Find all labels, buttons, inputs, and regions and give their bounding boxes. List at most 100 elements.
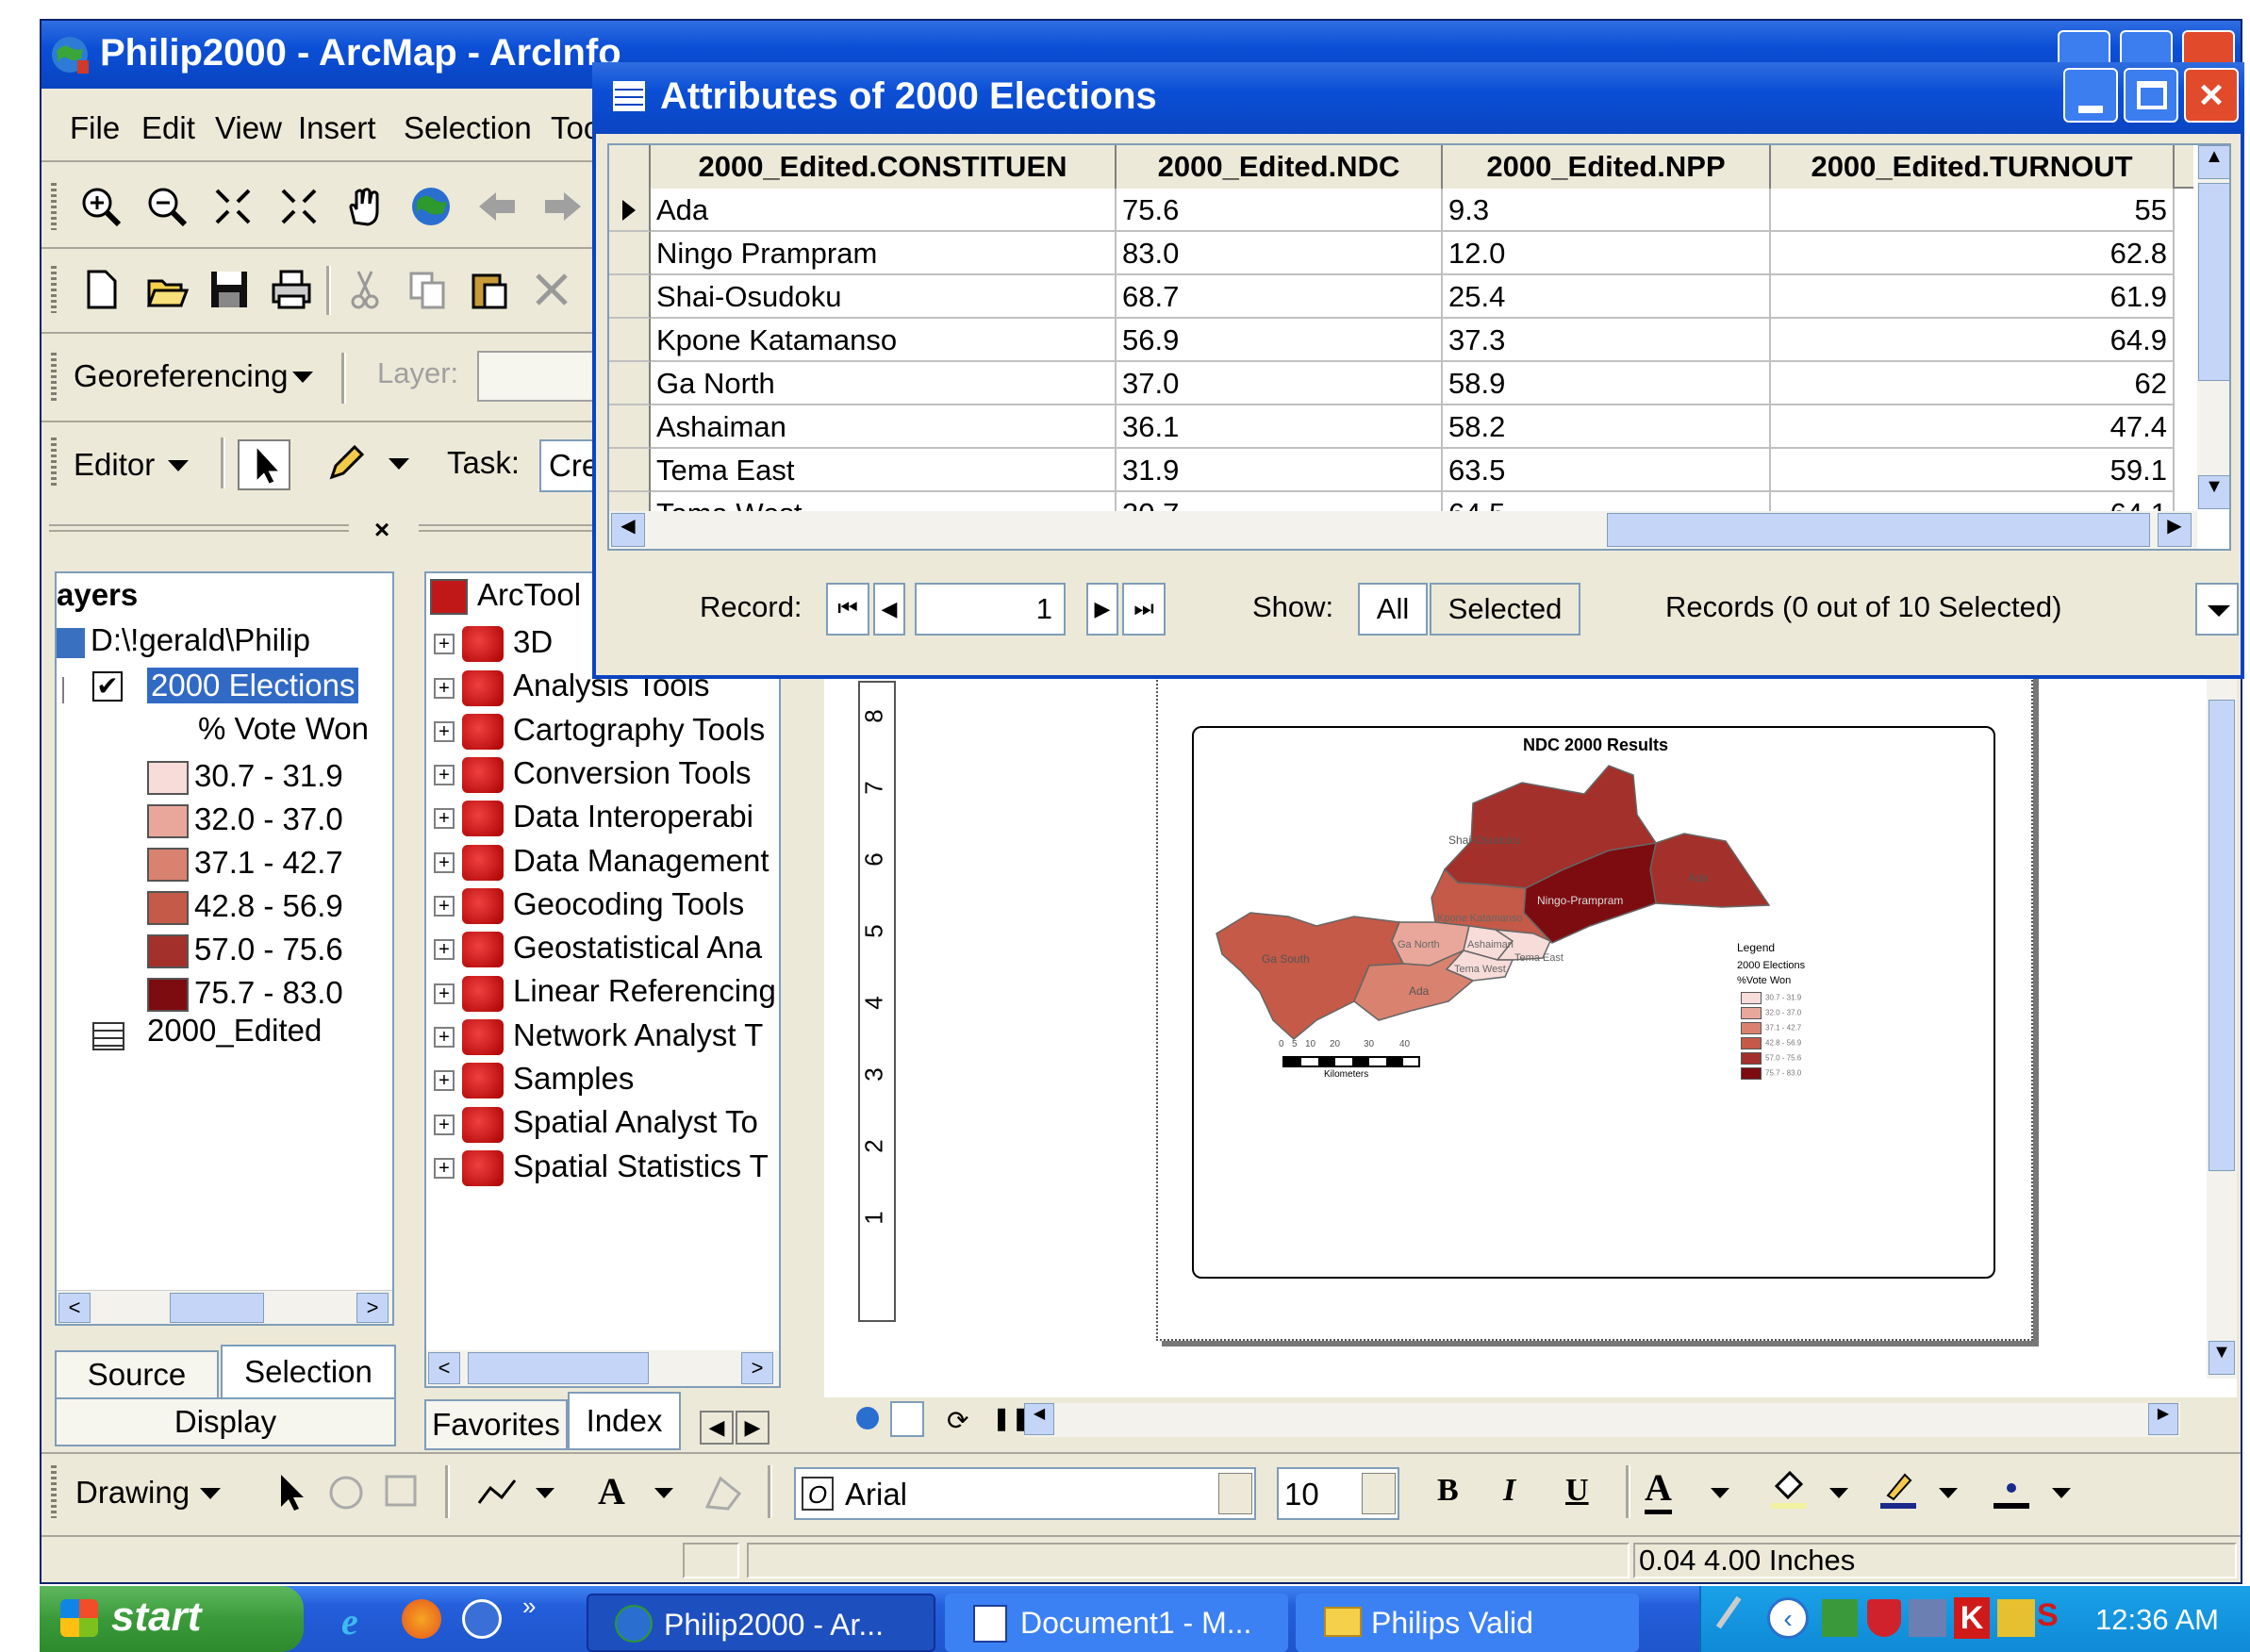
row-selector[interactable] <box>609 189 651 232</box>
tab-scroll-right[interactable]: ▶ <box>736 1411 769 1445</box>
text-tool-icon[interactable]: A <box>598 1469 625 1513</box>
expand-minus-icon[interactable] <box>57 677 64 703</box>
italic-button[interactable]: I <box>1503 1473 1515 1509</box>
line-color-icon[interactable] <box>1877 1467 1920 1511</box>
tray-monitor-icon[interactable] <box>1997 1599 2035 1637</box>
chevron-down-icon[interactable] <box>1939 1488 1958 1498</box>
chevron-down-icon[interactable] <box>168 460 189 471</box>
tray-antivirus-icon[interactable]: K <box>1954 1597 1990 1639</box>
options-dropdown-button[interactable] <box>2195 583 2239 636</box>
georeferencing-menu[interactable]: Georeferencing <box>74 358 288 394</box>
table-cell[interactable]: Ashaiman <box>651 405 1117 449</box>
show-all-button[interactable]: All <box>1358 583 1428 636</box>
row-selector[interactable] <box>609 319 651 362</box>
column-header[interactable]: 2000_Edited.CONSTITUEN <box>651 145 1117 189</box>
bold-button[interactable]: B <box>1437 1473 1459 1509</box>
arctoolbox-title[interactable]: ArcTool <box>477 577 581 613</box>
table-cell[interactable]: 58.9 <box>1443 362 1771 405</box>
table-cell[interactable]: 83.0 <box>1117 232 1443 275</box>
column-header[interactable]: 2000_Edited.TURNOUT <box>1771 145 2175 189</box>
chevron-down-icon[interactable] <box>2052 1488 2071 1498</box>
open-folder-icon[interactable] <box>145 268 189 311</box>
previous-record-button[interactable]: ◀ <box>873 583 905 636</box>
toolbox-item[interactable]: + Data Management <box>426 839 769 883</box>
tab-favorites[interactable]: Favorites <box>424 1399 568 1450</box>
table-cell[interactable]: 56.9 <box>1117 319 1443 362</box>
toolbox-item[interactable]: + Conversion Tools <box>426 752 752 795</box>
expand-plus-icon[interactable]: + <box>434 1070 455 1092</box>
scroll-down-button[interactable]: ▼ <box>2198 475 2229 509</box>
rotate-icon[interactable] <box>324 1471 368 1514</box>
tray-shield-icon[interactable] <box>1867 1599 1901 1637</box>
layer-name[interactable]: 2000 Elections <box>147 668 359 703</box>
tray-computers-icon[interactable] <box>1909 1599 1946 1637</box>
font-color-button[interactable]: A <box>1645 1465 1672 1514</box>
table-cell[interactable]: 58.2 <box>1443 405 1771 449</box>
table-cell[interactable]: Shai-Osudoku <box>651 275 1117 319</box>
expand-plus-icon[interactable]: + <box>434 983 455 1004</box>
table-cell[interactable]: 62 <box>1771 362 2175 405</box>
chevron-down-icon[interactable] <box>654 1488 673 1498</box>
table-vertical-scrollbar[interactable]: ▲ ▼ <box>2197 145 2229 509</box>
back-arrow-icon[interactable] <box>475 185 519 228</box>
map-frame[interactable]: NDC 2000 Results Shai-Osudoku Ada Ningo-… <box>1192 726 1995 1279</box>
tab-source[interactable]: Source <box>55 1350 219 1399</box>
scroll-thumb[interactable] <box>1607 513 2150 547</box>
last-record-button[interactable]: ⏭ <box>1122 583 1166 636</box>
table-cell[interactable]: 61.9 <box>1771 275 2175 319</box>
attributes-maximize-button[interactable] <box>2124 68 2178 123</box>
tray-skype-icon[interactable]: S <box>2037 1597 2075 1639</box>
row-selector[interactable] <box>609 232 651 275</box>
legend-class[interactable]: 57.0 - 75.6 <box>147 928 343 971</box>
chevron-down-icon[interactable] <box>200 1488 221 1499</box>
expand-plus-icon[interactable]: + <box>434 634 455 655</box>
scroll-left-button[interactable]: < <box>58 1293 91 1323</box>
table-cell[interactable]: Tema East <box>651 449 1117 492</box>
fill-color-icon[interactable] <box>1767 1467 1811 1511</box>
line-draw-icon[interactable] <box>475 1471 519 1514</box>
scroll-left-button[interactable]: < <box>428 1352 460 1384</box>
menu-insert[interactable]: Insert <box>298 102 376 155</box>
toolbox-item[interactable]: + Spatial Analyst To <box>426 1100 758 1144</box>
record-number-input[interactable]: 1 <box>915 583 1066 636</box>
quick-launch-more-icon[interactable]: » <box>522 1592 536 1621</box>
start-button[interactable]: start <box>40 1586 304 1652</box>
table-cell[interactable]: Kpone Katamanso <box>651 319 1117 362</box>
chevron-down-icon[interactable] <box>1711 1488 1729 1498</box>
attributes-minimize-button[interactable] <box>2063 68 2118 123</box>
layer-visibility-checkbox[interactable]: ✔ <box>92 671 123 702</box>
table-cell[interactable]: 47.4 <box>1771 405 2175 449</box>
scroll-down-button[interactable]: ▼ <box>2209 1341 2235 1375</box>
scroll-up-button[interactable]: ▲ <box>2198 145 2229 179</box>
print-icon[interactable] <box>270 268 313 311</box>
toolbox-item[interactable]: + Cartography Tools <box>426 708 765 752</box>
table-cell[interactable]: 64.9 <box>1771 319 2175 362</box>
edit-vertices-icon[interactable] <box>702 1471 745 1514</box>
chevron-down-icon[interactable] <box>1829 1488 1848 1498</box>
save-icon[interactable] <box>207 268 251 311</box>
paste-icon[interactable] <box>468 268 511 311</box>
toolbox-item[interactable]: + Geocoding Tools <box>426 883 744 926</box>
fixed-zoom-out-icon[interactable] <box>277 185 321 228</box>
tab-scroll-left[interactable]: ◀ <box>700 1411 734 1445</box>
next-record-button[interactable]: ▶ <box>1086 583 1118 636</box>
scroll-thumb[interactable] <box>468 1352 649 1384</box>
table-cell[interactable]: 36.1 <box>1117 405 1443 449</box>
font-name-dropdown[interactable]: O Arial <box>794 1467 1256 1520</box>
copy-icon[interactable] <box>405 268 449 311</box>
fixed-zoom-in-icon[interactable] <box>211 185 255 228</box>
data-view-globe-icon[interactable] <box>856 1407 879 1429</box>
row-selector[interactable] <box>609 449 651 492</box>
menu-selection[interactable]: Selection <box>404 102 532 155</box>
table-cell[interactable]: Ada <box>651 189 1117 232</box>
toolbox-item[interactable]: + Network Analyst T <box>426 1014 763 1057</box>
attributes-title-bar[interactable]: Attributes of 2000 Elections × <box>592 62 2244 134</box>
toc-horizontal-scrollbar[interactable]: < > <box>57 1290 392 1324</box>
outlook-icon[interactable] <box>462 1599 502 1639</box>
expand-plus-icon[interactable]: + <box>434 896 455 917</box>
scroll-left-button[interactable]: ◀ <box>1024 1403 1054 1435</box>
expand-plus-icon[interactable]: + <box>434 1157 455 1179</box>
toolbox-item[interactable]: + Geostatistical Ana <box>426 926 762 969</box>
attributes-close-button[interactable]: × <box>2184 68 2239 123</box>
column-header[interactable]: 2000_Edited.NPP <box>1443 145 1771 189</box>
